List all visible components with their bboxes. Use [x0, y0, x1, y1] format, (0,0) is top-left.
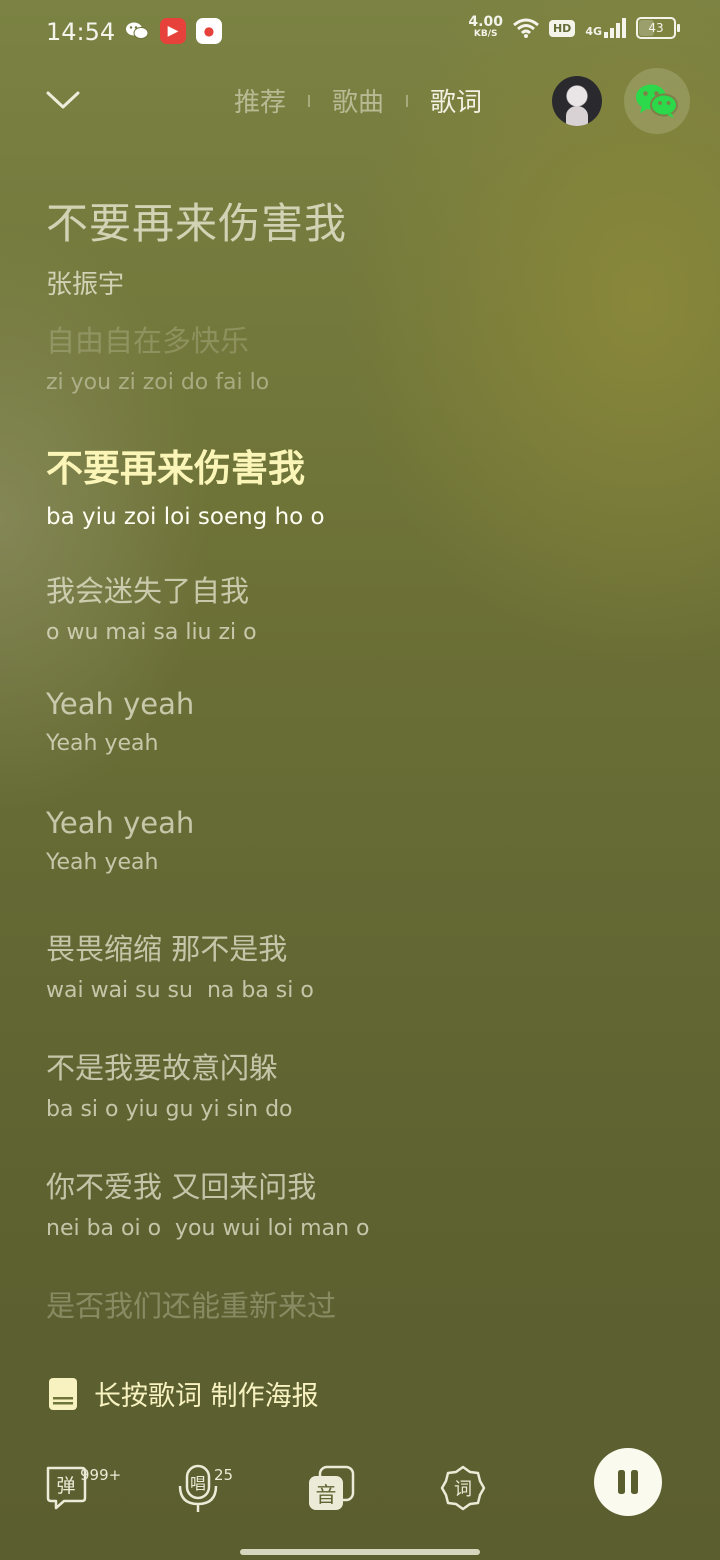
- svg-text:音: 音: [316, 1483, 337, 1507]
- pause-icon: [618, 1470, 638, 1494]
- chevron-down-icon[interactable]: [44, 84, 82, 114]
- tab-divider: [308, 94, 311, 107]
- bottom-controls: 弹 999+ 唱 25 音 词: [0, 1446, 720, 1536]
- lyric-line[interactable]: 畏畏缩缩 那不是我 wai wai su su na ba si o: [46, 926, 314, 1003]
- lyric-line[interactable]: Yeah yeah Yeah yeah: [46, 687, 194, 756]
- current-lyric-line[interactable]: 不要再来伤害我 ba yiu zoi loi soeng ho o: [46, 438, 325, 530]
- lyric-text: 你不爱我 又回来问我: [46, 1170, 317, 1204]
- map-app-icon: ●: [196, 18, 222, 44]
- wechat-share-button[interactable]: [624, 68, 690, 134]
- pause-button[interactable]: [594, 1448, 662, 1516]
- lyric-line[interactable]: 不是我要故意闪躲 ba si o yiu gu yi sin do: [46, 1045, 293, 1122]
- make-poster-hint[interactable]: 长按歌词 制作海报: [48, 1374, 319, 1413]
- tab-divider: [406, 94, 409, 107]
- tab-bar: 推荐 歌曲 歌词: [234, 82, 482, 119]
- status-time: 14:54: [46, 18, 116, 46]
- hd-icon: HD: [548, 19, 576, 37]
- signal-icon: 4G: [585, 18, 626, 38]
- lyric-line[interactable]: 自由自在多快乐 zi you zi zoi do fai lo: [46, 318, 269, 395]
- lyric-text: 是否我们还能重新来过: [46, 1289, 337, 1323]
- status-bar: 14:54 ▶ ● 4.00 KB/S HD 4G 43: [0, 0, 720, 64]
- home-indicator[interactable]: [240, 1549, 480, 1555]
- player-header: 推荐 歌曲 歌词: [0, 64, 720, 144]
- lyric-line[interactable]: 是否我们还能重新来过: [46, 1283, 336, 1325]
- avatar[interactable]: [552, 76, 602, 126]
- svg-text:唱: 唱: [190, 1474, 206, 1493]
- battery-icon: 43: [636, 17, 680, 39]
- wechat-notification-icon: [124, 18, 150, 44]
- lyric-style-button[interactable]: 词: [440, 1464, 496, 1520]
- sound-effect-icon: 音: [309, 1465, 355, 1510]
- lyric-line[interactable]: 你不爱我 又回来问我 nei ba oi o you wui loi man o: [46, 1164, 369, 1241]
- lyric-romanization: ba si o yiu gu yi sin do: [46, 1097, 293, 1122]
- lyric-text: 自由自在多快乐: [46, 324, 250, 358]
- lyric-line[interactable]: Yeah yeah Yeah yeah: [46, 806, 194, 875]
- sound-effect-button[interactable]: 音: [306, 1464, 362, 1520]
- sing-count-badge: 25: [214, 1466, 234, 1484]
- lyric-text: 不要再来伤害我: [46, 447, 305, 490]
- lyric-romanization: zi you zi zoi do fai lo: [46, 370, 270, 395]
- lyric-style-icon: 词: [440, 1465, 486, 1511]
- poster-hint-label: 长按歌词 制作海报: [94, 1381, 319, 1412]
- tab-recommend[interactable]: 推荐: [234, 82, 286, 119]
- danmu-count-badge: 999+: [80, 1466, 122, 1484]
- net-speed: 4.00 KB/S: [468, 14, 503, 39]
- song-title: 不要再来伤害我: [46, 199, 348, 248]
- notification-icons: ▶ ●: [124, 18, 222, 44]
- poster-icon: [49, 1377, 77, 1410]
- lyric-romanization: wai wai su su na ba si o: [46, 978, 314, 1003]
- lyric-romanization: nei ba oi o you wui loi man o: [46, 1216, 370, 1241]
- artist-name[interactable]: 张振宇: [46, 264, 124, 301]
- lyric-romanization: ba yiu zoi loi soeng ho o: [46, 504, 325, 530]
- lyric-romanization: o wu mai sa liu zi o: [46, 620, 257, 645]
- lyric-text: Yeah yeah: [46, 806, 195, 840]
- wechat-icon: [636, 84, 678, 118]
- lyric-text: 我会迷失了自我: [46, 574, 250, 608]
- lyric-romanization: Yeah yeah: [46, 850, 159, 875]
- lyric-text: 畏畏缩缩 那不是我: [46, 932, 288, 966]
- lyric-text: Yeah yeah: [46, 687, 195, 721]
- lyric-text: 不是我要故意闪躲: [46, 1051, 279, 1085]
- system-icons: 4.00 KB/S HD 4G 43: [468, 14, 680, 40]
- svg-text:弹: 弹: [56, 1475, 75, 1497]
- wifi-icon: [513, 18, 539, 38]
- svg-text:词: 词: [454, 1479, 472, 1500]
- video-app-icon: ▶: [160, 18, 186, 44]
- lyric-romanization: Yeah yeah: [46, 731, 159, 756]
- tab-song[interactable]: 歌曲: [332, 82, 384, 119]
- tab-lyrics[interactable]: 歌词: [430, 82, 482, 119]
- lyric-line[interactable]: 我会迷失了自我 o wu mai sa liu zi o: [46, 568, 257, 645]
